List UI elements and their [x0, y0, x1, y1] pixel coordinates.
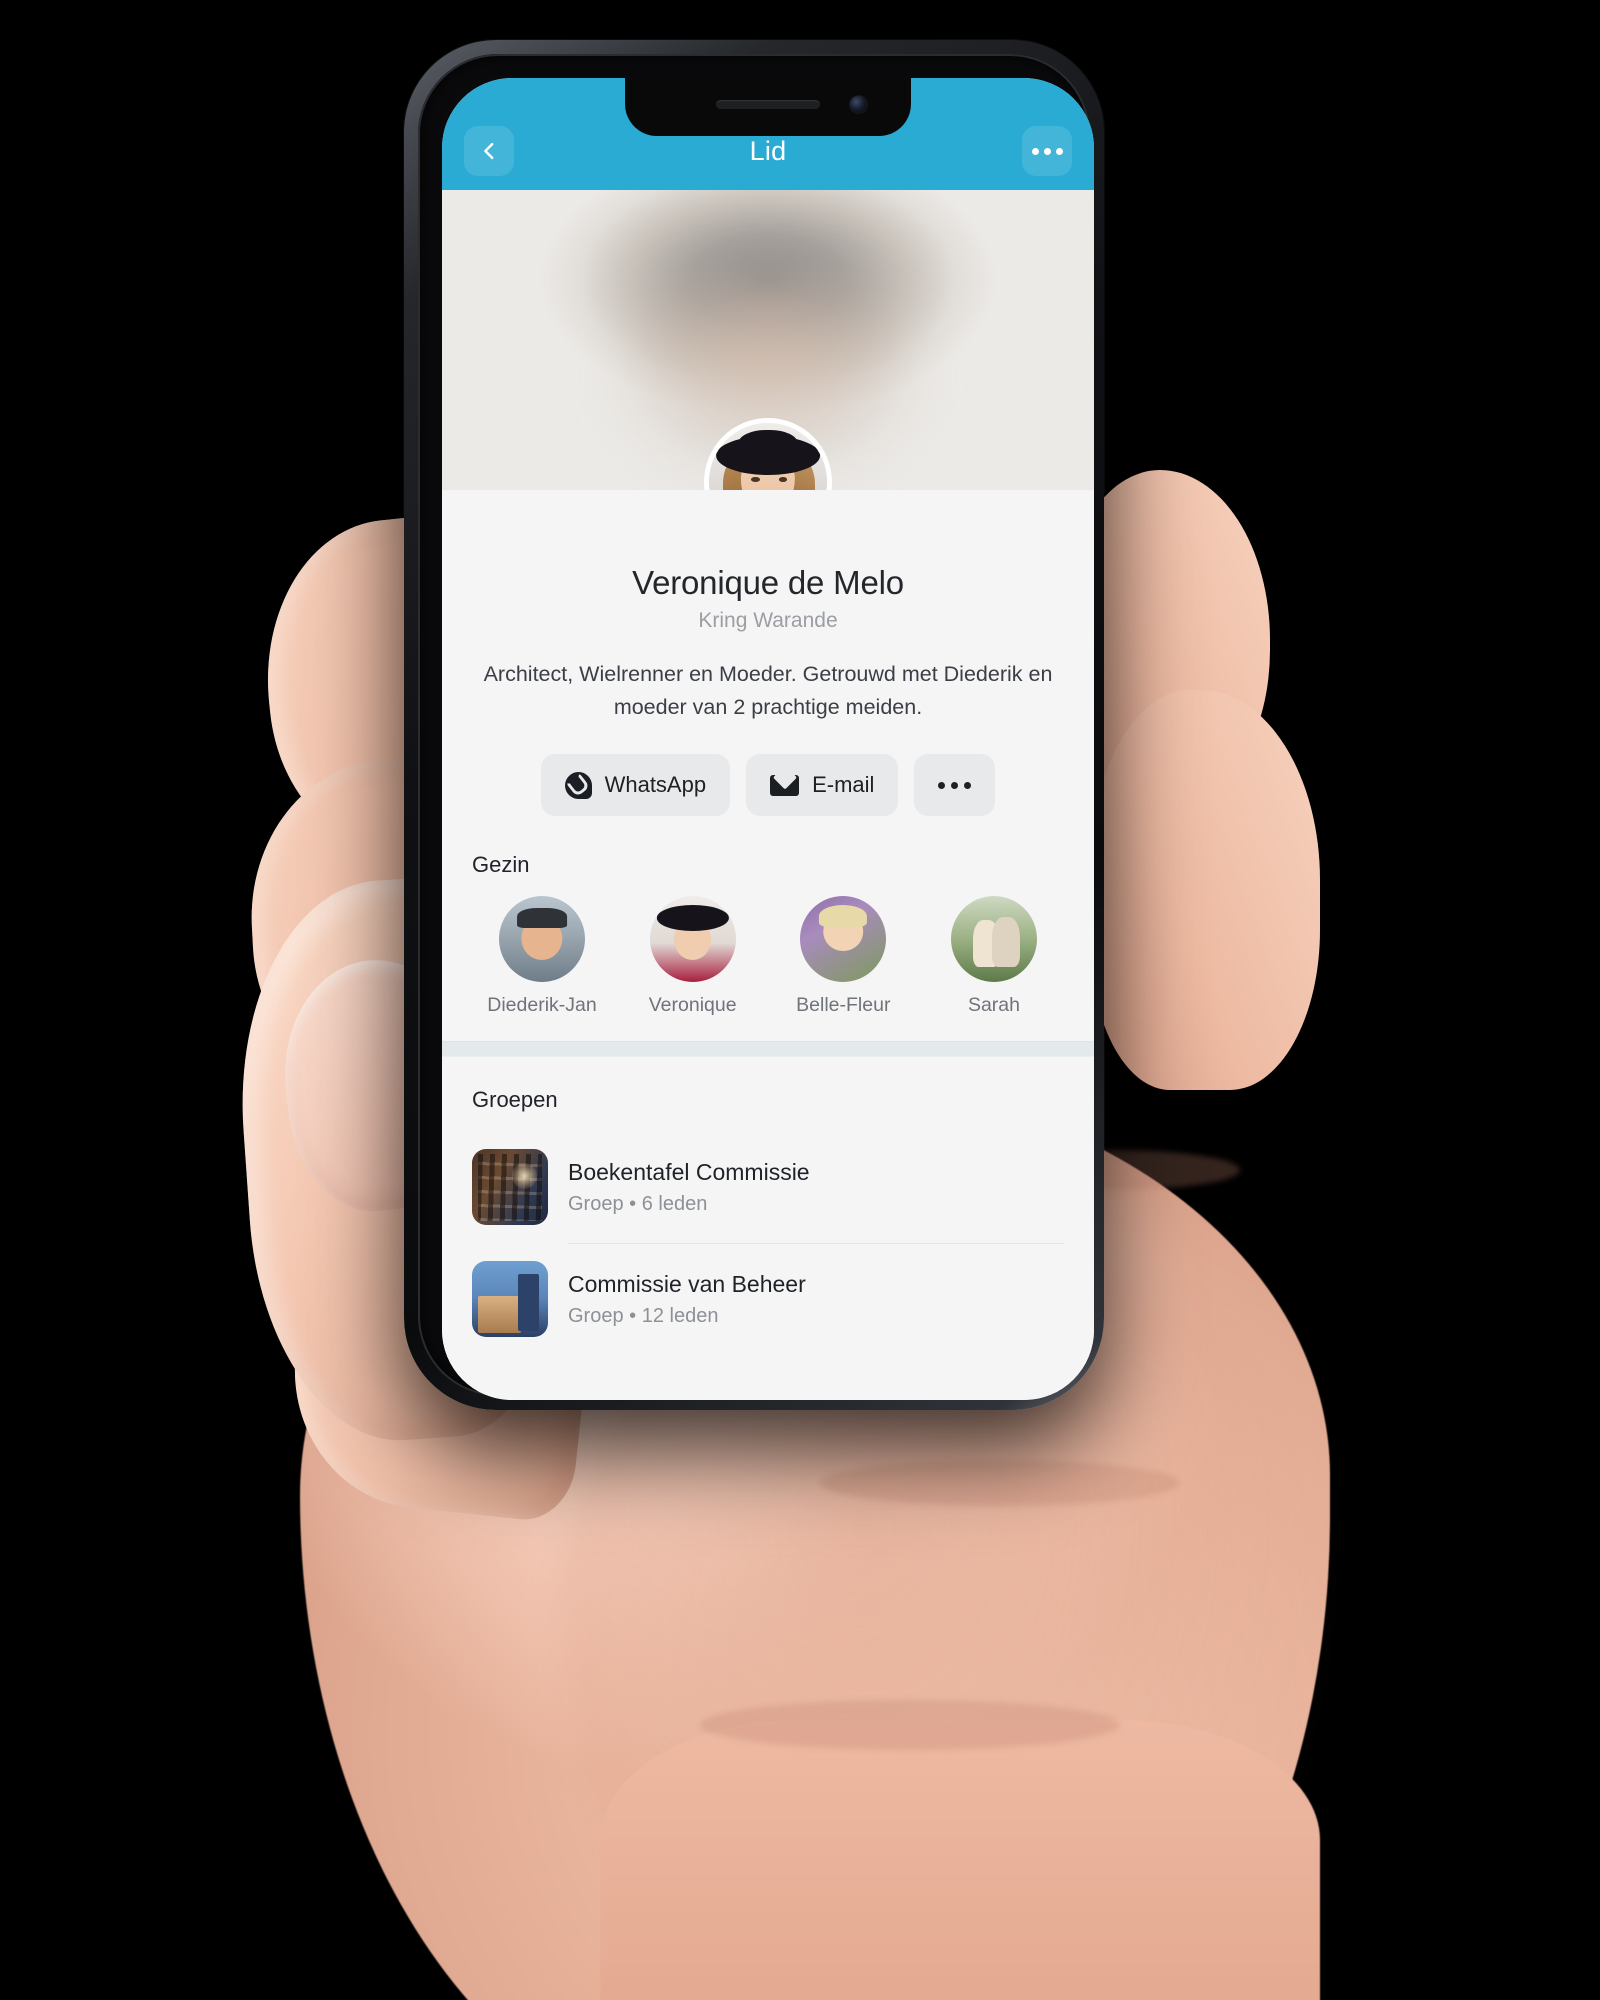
profile-subtitle: Kring Warande: [698, 609, 838, 632]
whatsapp-icon: [564, 771, 592, 799]
earpiece-speaker: [716, 100, 820, 109]
family-member-name: Sarah: [967, 994, 1020, 1017]
family-member[interactable]: Belle-Fleur: [773, 896, 913, 1017]
mail-icon: [770, 774, 800, 796]
family-member-avatar: [649, 896, 736, 983]
phone-bezel: Lid Veronique de Melo Kring Warande Arch…: [418, 54, 1094, 1400]
action-buttons: WhatsApp E-mail: [472, 754, 1064, 822]
group-thumbnail: [472, 1149, 548, 1226]
email-button-label: E-mail: [812, 772, 875, 798]
more-horizontal-icon: [938, 781, 972, 789]
group-list-item[interactable]: Commissie van Beheer Groep • 12 leden: [472, 1243, 1064, 1355]
page-title: Lid: [749, 135, 787, 166]
screenshot-root: Lid Veronique de Melo Kring Warande Arch…: [0, 0, 1600, 2000]
group-meta: Groep • 6 leden: [568, 1192, 708, 1215]
family-member-name: Veronique: [648, 994, 737, 1017]
family-list: Diederik-Jan Veronique Belle-Fleur Sarah: [472, 896, 1064, 1041]
phone-device: Lid Veronique de Melo Kring Warande Arch…: [404, 40, 1104, 1410]
family-member-name: Diederik-Jan: [487, 994, 597, 1017]
profile-header: Veronique de Melo Kring Warande Architec…: [442, 490, 1094, 823]
phone-screen: Lid Veronique de Melo Kring Warande Arch…: [442, 78, 1094, 1400]
hand-crease-2: [820, 1460, 1180, 1506]
section-divider: [442, 1041, 1094, 1058]
profile-name: Veronique de Melo: [632, 564, 904, 601]
phone-notch: [625, 78, 911, 136]
group-name: Commissie van Beheer: [568, 1270, 806, 1297]
family-member-avatar: [950, 896, 1037, 983]
avatar[interactable]: [704, 418, 832, 490]
family-member[interactable]: Sarah: [924, 896, 1064, 1017]
more-horizontal-icon: [1031, 147, 1063, 155]
family-member[interactable]: Diederik-Jan: [472, 896, 612, 1017]
front-camera-icon: [850, 96, 867, 113]
family-member-avatar: [499, 896, 585, 983]
group-thumbnail: [472, 1261, 548, 1338]
chevron-left-icon: [484, 142, 494, 160]
hand-crease-3: [700, 1700, 1120, 1750]
whatsapp-button-label: WhatsApp: [604, 772, 707, 798]
family-member[interactable]: Veronique: [623, 896, 763, 1017]
avatar-image: [709, 423, 827, 490]
cover-photo: [442, 190, 1094, 490]
church-cross-icon: [521, 1278, 540, 1299]
scroll-content[interactable]: Veronique de Melo Kring Warande Architec…: [442, 190, 1094, 1400]
more-actions-button[interactable]: [914, 754, 996, 817]
back-button[interactable]: [464, 126, 514, 176]
family-section: Gezin Diederik-Jan Veronique Belle-Fleur…: [442, 852, 1094, 1041]
whatsapp-button[interactable]: WhatsApp: [540, 754, 731, 817]
groups-section-title: Groepen: [472, 1087, 558, 1113]
profile-bio: Architect, Wielrenner en Moeder. Getrouw…: [483, 662, 1053, 719]
more-options-button[interactable]: [1022, 126, 1072, 176]
family-section-title: Gezin: [472, 852, 530, 878]
hand-wrist: [600, 1720, 1320, 2000]
family-member-avatar: [800, 896, 887, 983]
group-meta: Groep • 12 leden: [568, 1304, 719, 1327]
groups-section: Groepen Boekentafel Commissie Groep • 6 …: [442, 1087, 1094, 1355]
family-member-name: Belle-Fleur: [796, 994, 891, 1017]
group-list-item[interactable]: Boekentafel Commissie Groep • 6 leden: [472, 1131, 1064, 1243]
hand-finger-right-lower: [1090, 690, 1320, 1090]
email-button[interactable]: E-mail: [746, 754, 899, 817]
group-name: Boekentafel Commissie: [568, 1158, 810, 1185]
